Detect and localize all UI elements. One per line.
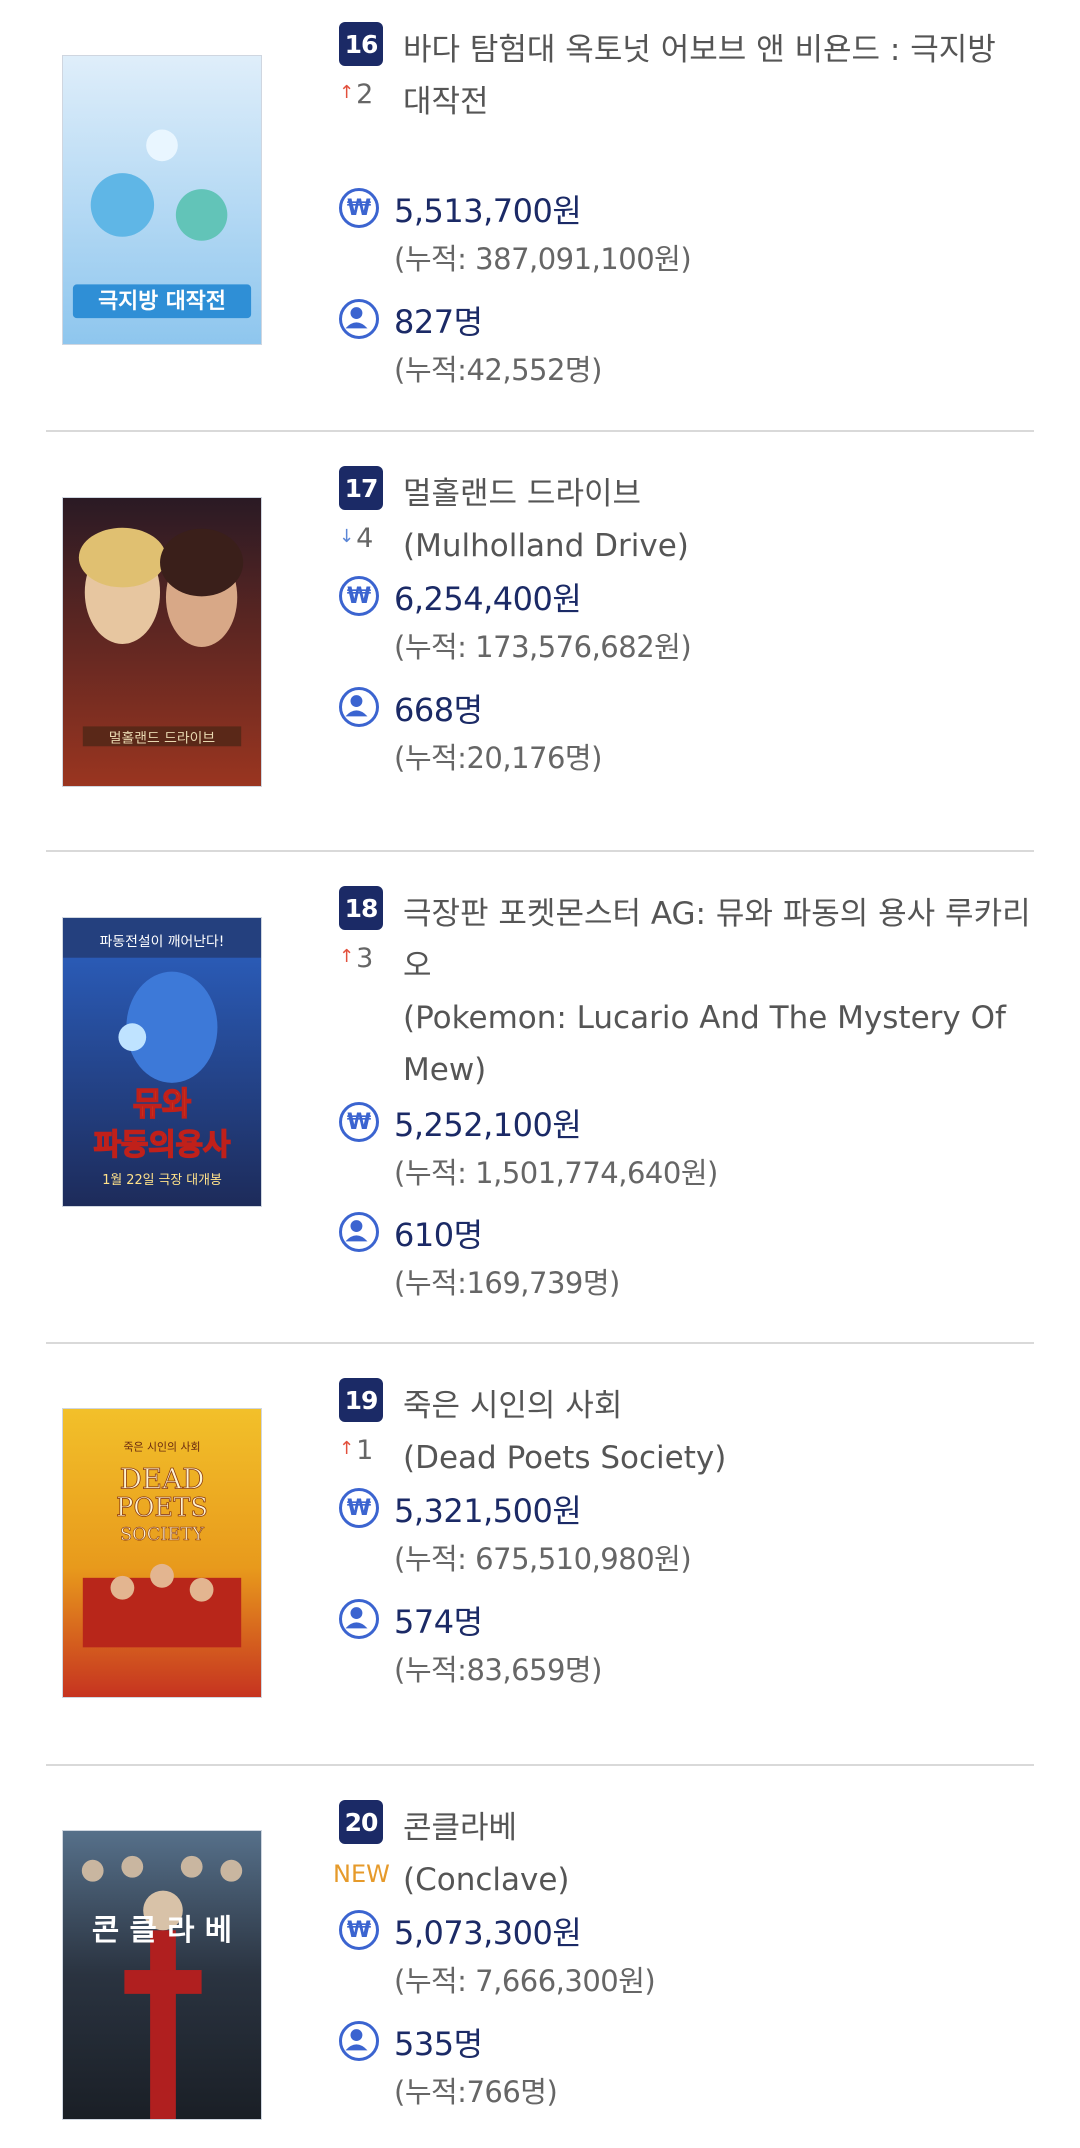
movie-title[interactable]: 멀홀랜드 드라이브 (Mulholland Drive) xyxy=(403,468,1034,572)
daily-revenue: 5,252,100원 xyxy=(394,1106,582,1144)
movie-poster[interactable]: 극지방 대작전 xyxy=(62,55,262,345)
cumulative-audience: (누적:42,552명) xyxy=(394,353,602,387)
won-icon: ₩ xyxy=(339,1488,379,1528)
movie-item[interactable]: 멀홀랜드 드라이브 17 ↓4 멀홀랜드 드라이브 (Mulholland Dr… xyxy=(46,432,1034,852)
svg-text:POETS: POETS xyxy=(116,1493,208,1523)
daily-audience: 610명 xyxy=(394,1216,483,1254)
won-icon: ₩ xyxy=(339,188,379,228)
rank-badge: 17 xyxy=(339,466,383,510)
rank-badge: 19 xyxy=(339,1378,383,1422)
daily-revenue: 5,321,500원 xyxy=(394,1492,582,1530)
rank-change: ↓4 xyxy=(339,523,374,554)
svg-text:뮤와: 뮤와 xyxy=(133,1087,191,1123)
daily-revenue: 5,513,700원 xyxy=(394,192,582,230)
movie-poster[interactable]: 파동전설이 깨어난다! 뮤와 파동의용사 1월 22일 극장 대개봉 xyxy=(62,917,262,1207)
cumulative-audience: (누적:766명) xyxy=(394,2075,558,2109)
cumulative-revenue: (누적: 7,666,300원) xyxy=(394,1964,656,1998)
rank-badge: 20 xyxy=(339,1800,383,1844)
arrow-down-icon: ↓ xyxy=(339,526,355,547)
movie-title-english: (Dead Poets Society) xyxy=(403,1440,727,1476)
svg-text:멀홀랜드 드라이브: 멀홀랜드 드라이브 xyxy=(109,730,216,746)
rank-change: ↑2 xyxy=(339,79,374,110)
movie-title-english: (Conclave) xyxy=(403,1862,570,1898)
movie-item[interactable]: 콘 클 라 베 20 NEW 콘클라베 (Conclave) ₩ 5,073,3… xyxy=(46,1766,1034,2146)
arrow-up-icon: ↑ xyxy=(339,82,355,103)
svg-text:극지방 대작전: 극지방 대작전 xyxy=(98,289,226,314)
movie-title[interactable]: 콘클라베 (Conclave) xyxy=(403,1802,1034,1906)
cumulative-revenue: (누적: 173,576,682원) xyxy=(394,630,692,664)
cumulative-revenue: (누적: 675,510,980원) xyxy=(394,1542,692,1576)
daily-revenue: 5,073,300원 xyxy=(394,1914,582,1952)
svg-text:죽은 시인의 사회: 죽은 시인의 사회 xyxy=(124,1441,201,1454)
movie-title[interactable]: 바다 탐험대 옥토넛 어보브 앤 비욘드 : 극지방 대작전 xyxy=(403,24,1034,128)
rank-badge: 16 xyxy=(339,22,383,66)
won-icon: ₩ xyxy=(339,1102,379,1142)
daily-audience: 827명 xyxy=(394,303,483,341)
rank-change: ↑1 xyxy=(339,1435,374,1466)
movie-item[interactable]: 파동전설이 깨어난다! 뮤와 파동의용사 1월 22일 극장 대개봉 18 ↑3… xyxy=(46,852,1034,1344)
cumulative-audience: (누적:83,659명) xyxy=(394,1653,602,1687)
daily-audience: 574명 xyxy=(394,1603,483,1641)
box-office-list: 극지방 대작전 16 ↑2 바다 탐험대 옥토넛 어보브 앤 비욘드 : 극지방… xyxy=(0,0,1080,2146)
svg-text:DEAD: DEAD xyxy=(120,1462,205,1495)
movie-title-korean: 콘클라베 xyxy=(403,1810,518,1846)
person-icon xyxy=(339,687,379,727)
movie-poster[interactable]: 콘 클 라 베 xyxy=(62,1830,262,2120)
arrow-up-icon: ↑ xyxy=(339,946,355,967)
daily-audience: 535명 xyxy=(394,2025,483,2063)
won-icon: ₩ xyxy=(339,576,379,616)
rank-change: ↑3 xyxy=(339,943,374,974)
arrow-up-icon: ↑ xyxy=(339,1438,355,1459)
won-icon: ₩ xyxy=(339,1910,379,1950)
rank-badge: 18 xyxy=(339,886,383,930)
svg-text:파동의용사: 파동의용사 xyxy=(94,1127,231,1162)
cumulative-audience: (누적:169,739명) xyxy=(394,1266,620,1300)
movie-item[interactable]: 극지방 대작전 16 ↑2 바다 탐험대 옥토넛 어보브 앤 비욘드 : 극지방… xyxy=(46,0,1034,432)
movie-title-korean: 바다 탐험대 옥토넛 어보브 앤 비욘드 : 극지방 대작전 xyxy=(403,32,996,120)
movie-title[interactable]: 극장판 포켓몬스터 AG: 뮤와 파동의 용사 루카리오 (Pokemon: L… xyxy=(403,888,1034,1096)
movie-title-korean: 멀홀랜드 드라이브 xyxy=(403,476,642,512)
movie-item[interactable]: 죽은 시인의 사회 DEAD POETS SOCIETY 19 ↑1 죽은 시인… xyxy=(46,1344,1034,1766)
cumulative-revenue: (누적: 1,501,774,640원) xyxy=(394,1156,718,1190)
cumulative-audience: (누적:20,176명) xyxy=(394,741,602,775)
movie-poster[interactable]: 죽은 시인의 사회 DEAD POETS SOCIETY xyxy=(62,1408,262,1698)
daily-revenue: 6,254,400원 xyxy=(394,580,582,618)
daily-audience: 668명 xyxy=(394,691,483,729)
movie-title-english: (Mulholland Drive) xyxy=(403,528,689,564)
svg-text:SOCIETY: SOCIETY xyxy=(120,1524,204,1545)
svg-text:콘 클 라 베: 콘 클 라 베 xyxy=(92,1913,232,1948)
movie-title[interactable]: 죽은 시인의 사회 (Dead Poets Society) xyxy=(403,1380,1034,1484)
movie-poster[interactable]: 멀홀랜드 드라이브 xyxy=(62,497,262,787)
person-icon xyxy=(339,299,379,339)
svg-text:파동전설이 깨어난다!: 파동전설이 깨어난다! xyxy=(100,934,225,950)
movie-title-korean: 극장판 포켓몬스터 AG: 뮤와 파동의 용사 루카리오 xyxy=(403,896,1031,984)
person-icon xyxy=(339,1212,379,1252)
movie-title-korean: 죽은 시인의 사회 xyxy=(403,1388,623,1424)
svg-text:1월 22일 극장 대개봉: 1월 22일 극장 대개봉 xyxy=(102,1173,222,1188)
person-icon xyxy=(339,2021,379,2061)
cumulative-revenue: (누적: 387,091,100원) xyxy=(394,242,692,276)
new-entry-label: NEW xyxy=(333,1860,390,1888)
movie-title-english: (Pokemon: Lucario And The Mystery Of Mew… xyxy=(403,1000,1006,1088)
person-icon xyxy=(339,1599,379,1639)
